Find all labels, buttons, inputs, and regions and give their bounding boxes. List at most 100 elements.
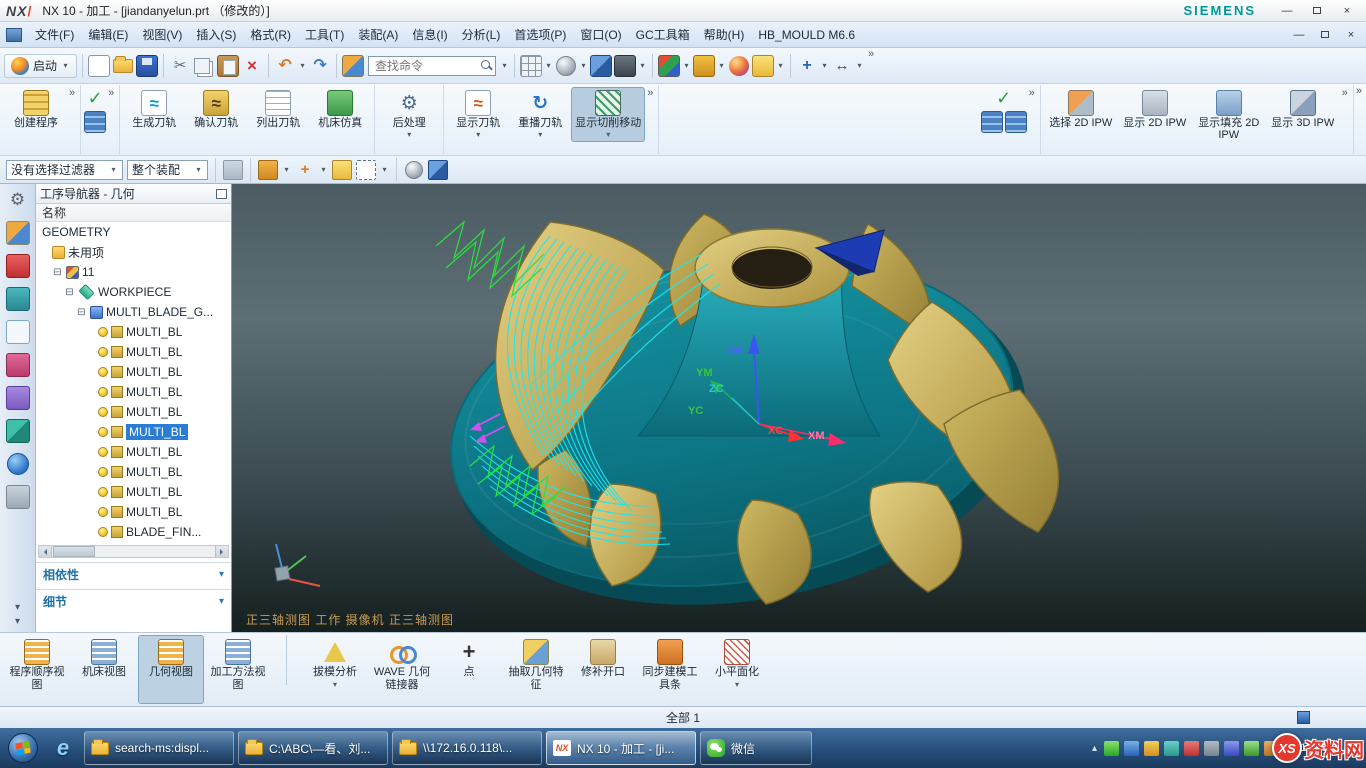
render-style-button[interactable] <box>614 55 636 77</box>
tray-icon-1[interactable] <box>1104 741 1119 756</box>
tray-icon-6[interactable] <box>1204 741 1219 756</box>
tree-item-operation[interactable]: MULTI_BL <box>36 462 231 482</box>
impeller-model-view[interactable]: ZM YM ZC YC XC XM <box>232 184 1366 632</box>
close-button[interactable]: × <box>1334 3 1360 18</box>
undo-button[interactable]: ↶ <box>274 55 296 77</box>
select-body-icon[interactable] <box>258 160 278 180</box>
chevron-down-icon[interactable]: ▾ <box>282 165 291 174</box>
csys-button[interactable] <box>658 55 680 77</box>
snap-toggle-icon[interactable] <box>332 160 352 180</box>
machining-wizard-icon[interactable] <box>6 353 30 377</box>
patch-opening-button[interactable]: 修补开口 <box>570 635 636 704</box>
show-filled-2d-ipw-button[interactable]: 显示填充 2D IPW <box>1192 87 1266 144</box>
chevron-down-icon[interactable]: ▾ <box>319 165 328 174</box>
window-layout-button[interactable] <box>520 55 542 77</box>
toolbar-overflow-icon[interactable]: » <box>866 48 876 60</box>
generate-toolpath-button[interactable]: ≈ 生成刀轨 <box>123 87 185 132</box>
copy-button[interactable] <box>194 58 210 74</box>
list-toolpath-button[interactable]: 列出刀轨 <box>247 87 309 132</box>
scroll-right-icon[interactable] <box>215 546 228 557</box>
paste-button[interactable] <box>217 55 239 77</box>
machine-tool-view-button[interactable]: 机床视图 <box>71 635 137 704</box>
tree-item-unused[interactable]: 未用项 <box>36 242 231 262</box>
operation-navigator-icon[interactable] <box>6 320 30 344</box>
view-dropdown-icon[interactable]: ▾ <box>579 61 588 70</box>
roles-gear-icon[interactable]: ⚙ <box>6 188 30 212</box>
bulb-icon[interactable] <box>98 527 108 537</box>
show-cutting-moves-button[interactable]: 显示切削移动 ▾ <box>571 87 645 142</box>
datum-dropdown-icon[interactable]: ▾ <box>717 61 726 70</box>
view-cube-icon[interactable] <box>428 160 448 180</box>
search-icon[interactable] <box>481 60 493 72</box>
synchronous-modeling-button[interactable]: 同步建模工具条 <box>637 635 703 704</box>
chevron-down-icon[interactable]: ▾ <box>474 130 483 139</box>
scroll-left-icon[interactable] <box>39 546 52 557</box>
tree-item-workpiece[interactable]: ⊟ WORKPIECE <box>36 282 231 302</box>
chevron-down-icon[interactable]: ▾ <box>405 130 414 139</box>
menu-format[interactable]: 格式(R) <box>243 24 298 46</box>
tray-icon-7[interactable] <box>1224 741 1239 756</box>
menu-gc-toolbox[interactable]: GC工具箱 <box>629 24 697 46</box>
chevron-down-icon[interactable]: ▾ <box>380 165 389 174</box>
doc-minimize-button[interactable]: — <box>1288 28 1310 42</box>
web-browser-icon[interactable] <box>7 453 29 475</box>
selection-filter-dropdown[interactable]: 没有选择过滤器 ▾ <box>6 160 123 180</box>
interpart-link-icon[interactable] <box>223 160 243 180</box>
tray-icon-4[interactable] <box>1164 741 1179 756</box>
measure-dropdown-icon[interactable]: ▾ <box>855 61 864 70</box>
postprocess-button[interactable]: ⚙ 后处理 ▾ <box>378 87 440 142</box>
taskbar-window-wechat[interactable]: 微信 <box>700 731 812 765</box>
hd3d-tools-icon[interactable] <box>6 419 30 443</box>
wave-geometry-linker-button[interactable]: WAVE 几何链接器 <box>369 635 435 704</box>
menu-tools[interactable]: 工具(T) <box>298 24 351 46</box>
verify-setup-icon[interactable]: ✓ <box>84 87 106 109</box>
layer-grid-icon[interactable] <box>981 111 1003 133</box>
dependencies-section-header[interactable]: 相依性 ▾ <box>36 562 231 585</box>
view-triad[interactable] <box>275 544 320 586</box>
render-dropdown-icon[interactable]: ▾ <box>638 61 647 70</box>
show-3d-ipw-button[interactable]: 显示 3D IPW <box>1266 87 1340 132</box>
tree-item-operation[interactable]: MULTI_BL <box>36 362 231 382</box>
tree-item-operation[interactable]: MULTI_BL <box>36 322 231 342</box>
rotate-view-button[interactable] <box>556 56 576 76</box>
taskbar-window-abc-folder[interactable]: C:\ABC\—看、刘... <box>238 731 388 765</box>
snap-point-icon[interactable]: + <box>295 160 315 180</box>
replay-toolpath-button[interactable]: ↻ 重播刀轨 ▾ <box>509 87 571 142</box>
chevron-down-icon[interactable]: ▾ <box>61 61 70 70</box>
menu-window[interactable]: 窗口(O) <box>573 24 628 46</box>
tray-icon-2[interactable] <box>1124 741 1139 756</box>
constraint-navigator-icon[interactable] <box>6 254 30 278</box>
tray-icon-3[interactable] <box>1144 741 1159 756</box>
cut-button[interactable]: ✂ <box>169 55 191 77</box>
select-2d-ipw-button[interactable]: 选择 2D IPW <box>1044 87 1118 132</box>
orient-view-button[interactable] <box>590 55 612 77</box>
open-file-button[interactable] <box>113 59 133 73</box>
shaded-view-icon[interactable] <box>405 161 423 179</box>
chevron-down-icon[interactable]: ▾ <box>536 130 545 139</box>
graphics-viewport[interactable]: ZM YM ZC YC XC XM 正三轴测图 工作 摄像机 正三轴测图 <box>232 184 1366 632</box>
create-program-button[interactable]: 创建程序 <box>5 87 67 132</box>
facet-body-button[interactable]: 小平面化 ▾ <box>704 635 770 704</box>
machine-simulation-button[interactable]: 机床仿真 <box>309 87 371 132</box>
resource-bar-chevron-icon[interactable]: ▾ <box>15 602 20 614</box>
point-button[interactable]: + 点 <box>436 635 502 704</box>
bulb-icon[interactable] <box>98 347 108 357</box>
tree-item-operation[interactable]: MULTI_BL <box>36 382 231 402</box>
undo-dropdown-icon[interactable]: ▾ <box>298 61 307 70</box>
csys-dropdown-icon[interactable]: ▾ <box>682 61 691 70</box>
tree-item-operation[interactable]: MULTI_BL <box>36 402 231 422</box>
snap-dropdown-icon[interactable]: ▾ <box>776 61 785 70</box>
expander-icon[interactable]: ⊟ <box>52 267 63 278</box>
ribbon-overflow-icon[interactable]: » <box>1354 85 1364 97</box>
status-tray-icon[interactable] <box>1297 711 1310 724</box>
search-dropdown-icon[interactable]: ▾ <box>500 61 509 70</box>
menu-file[interactable]: 文件(F) <box>28 24 81 46</box>
menu-view[interactable]: 视图(V) <box>135 24 189 46</box>
group-overflow-icon[interactable]: » <box>67 87 77 99</box>
menu-edit[interactable]: 编辑(E) <box>81 24 135 46</box>
group-overflow-icon[interactable]: » <box>1027 87 1037 99</box>
minimize-button[interactable]: — <box>1274 3 1300 18</box>
geometry-view-button[interactable]: 几何视图 <box>138 635 204 704</box>
tree-item-operation-selected[interactable]: MULTI_BL <box>36 422 231 442</box>
datum-button[interactable] <box>693 55 715 77</box>
